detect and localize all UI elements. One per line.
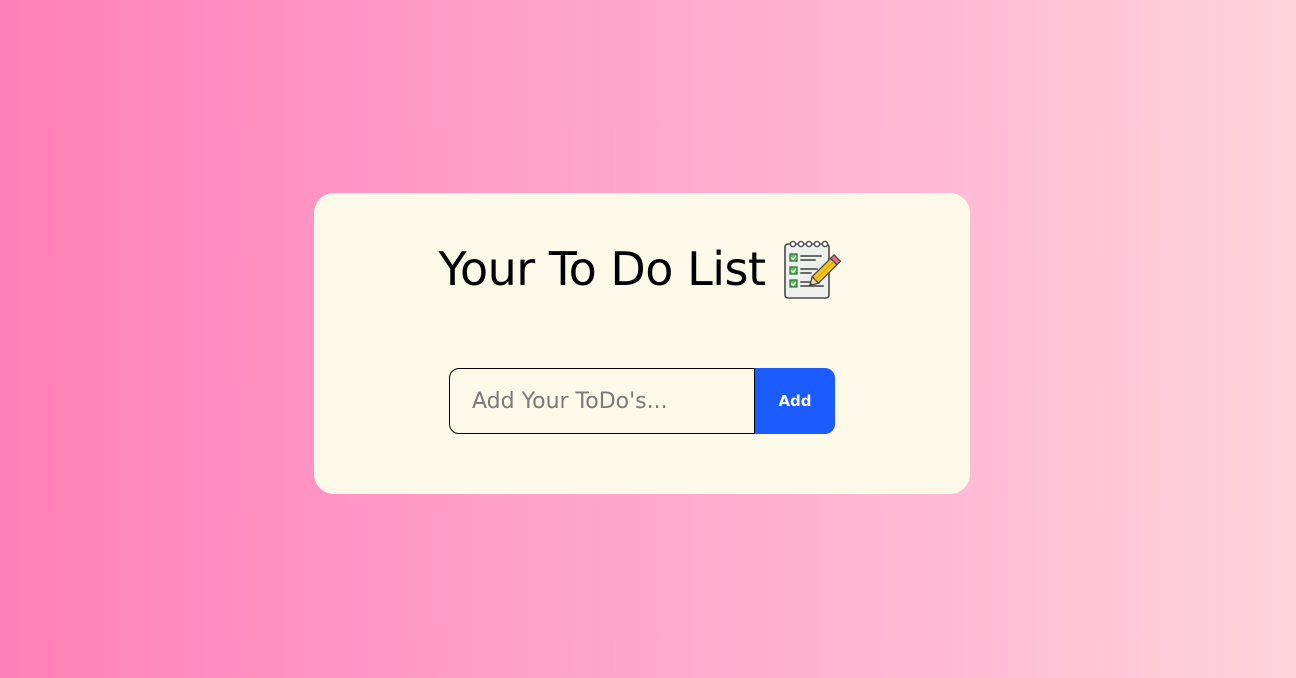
memo-checklist-pencil-icon — [781, 237, 845, 301]
add-button[interactable]: Add — [755, 368, 835, 434]
title-row: Your To Do List — [314, 233, 970, 305]
page-title: Your To Do List — [438, 242, 766, 296]
todo-card: Your To Do List Add Your ToDo's... Add — [314, 193, 970, 494]
todo-input[interactable] — [449, 368, 755, 434]
add-todo-form: Add — [449, 368, 835, 434]
